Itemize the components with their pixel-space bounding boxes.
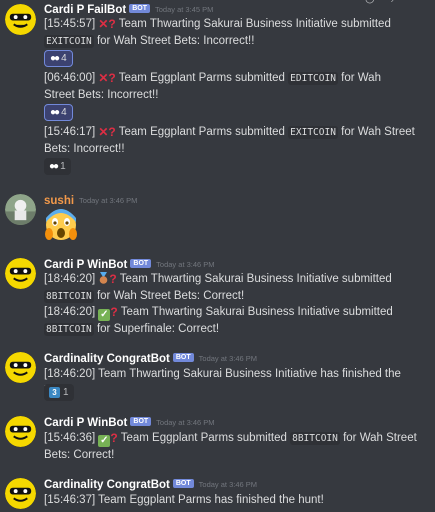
code-answer: EXITCOIN <box>44 35 94 48</box>
username[interactable]: Cardinality CongratBot <box>44 353 170 365</box>
username[interactable]: Cardinality CongratBot <box>44 479 170 491</box>
message-text: Bets: Correct! <box>44 449 115 461</box>
timestamp: Today at 3:46 PM <box>198 354 258 363</box>
eyes-icon: ●● <box>50 53 60 64</box>
message-text: Team Eggplant Parms submitted <box>118 72 285 84</box>
question-mark-icon: ? <box>108 17 116 31</box>
bot-badge: BOT <box>130 259 152 268</box>
bell-icon[interactable]: ◡ <box>365 0 377 5</box>
question-mark-icon: ? <box>109 272 117 286</box>
code-answer: EDITCOIN <box>288 72 338 85</box>
username[interactable]: Cardi P WinBot <box>44 417 127 429</box>
code-answer: 8BITCOIN <box>44 290 94 303</box>
bot-badge: BOT <box>129 4 150 13</box>
avatar[interactable] <box>5 258 36 289</box>
message-text: for Wah <box>341 72 381 84</box>
cross-mark-icon: ✕ <box>98 125 109 139</box>
message-text: for Wah Street Bets: Incorrect!! <box>96 35 255 47</box>
message-text: for Wah Street Bets: Correct! <box>96 290 245 302</box>
pin-icon[interactable]: ⟋ <box>391 0 403 5</box>
keycap-three-icon: 3 <box>49 387 60 398</box>
bronze-medal-icon <box>100 272 108 284</box>
question-mark-icon: ? <box>108 71 116 85</box>
message-time: [06:46:00] <box>44 72 96 84</box>
message-line: [18:46:20] ✓? Team Thwarting Sakurai Bus… <box>44 304 428 338</box>
question-mark-icon: ? <box>108 125 116 139</box>
timestamp: Today at 3:45 PM <box>155 5 214 14</box>
avatar[interactable] <box>5 416 36 447</box>
message-time: [15:46:36] <box>44 432 96 444</box>
message-line: [15:45:57] ✕? Team Thwarting Sakurai Bus… <box>44 16 428 50</box>
reaction-eyes[interactable]: ●● 4 <box>44 50 73 67</box>
eyes-icon: ●● <box>49 161 59 172</box>
question-mark-icon: ? <box>110 431 118 445</box>
avatar[interactable] <box>5 4 36 35</box>
check-mark-icon: ✓ <box>98 309 111 321</box>
timestamp: Today at 3:46 PM <box>156 260 215 269</box>
message-text: for Wah Street <box>341 126 415 138</box>
reaction-keycap[interactable]: 3 1 <box>44 384 74 401</box>
message-text: Team Eggplant Parms submitted <box>120 432 287 444</box>
reaction-eyes[interactable]: ●● 1 <box>44 158 71 175</box>
timestamp: Today at 3:46 PM <box>156 418 215 427</box>
message-text: Team Thwarting Sakurai Business Initiati… <box>120 306 393 318</box>
timestamp: Today at 3:46 PM <box>198 480 258 489</box>
eyes-icon: ●● <box>50 107 60 118</box>
avatar[interactable] <box>5 478 36 509</box>
reaction-count: 1 <box>63 387 69 398</box>
username[interactable]: sushi <box>44 195 74 207</box>
code-answer: 8BITCOIN <box>290 432 340 445</box>
cross-mark-icon: ✕ <box>98 71 109 85</box>
timestamp: Today at 3:46 PM <box>79 196 138 205</box>
message-text: Street Bets: Incorrect!! <box>44 89 159 101</box>
members-icon[interactable]: ◠ <box>417 0 429 5</box>
message-line: [06:46:00] ✕? Team Eggplant Parms submit… <box>44 70 428 104</box>
cross-mark-icon: ✕ <box>98 17 109 31</box>
message-text: Team Eggplant Parms submitted <box>118 126 285 138</box>
message-time: [18:46:20] <box>44 273 96 285</box>
message-line: [15:46:17] ✕? Team Eggplant Parms submit… <box>44 124 428 158</box>
message-line: [15:46:36] ✓? Team Eggplant Parms submit… <box>44 430 428 464</box>
check-mark-icon: ✓ <box>98 435 111 447</box>
reaction-count: 1 <box>60 161 66 172</box>
bot-badge: BOT <box>130 417 152 426</box>
message-text: for Superfinale: Correct! <box>96 323 220 335</box>
message-text: Team Thwarting Sakurai Business Initiati… <box>118 18 391 30</box>
message-text: Bets: Incorrect!! <box>44 143 125 155</box>
code-answer: EXITCOIN <box>288 126 338 139</box>
chat-messages: ◡ ⟋ ◠ Cardi P FailBotBOTToday at 3:45 PM… <box>0 0 435 512</box>
avatar[interactable] <box>5 194 36 225</box>
reaction-count: 4 <box>61 107 67 118</box>
username[interactable]: Cardi P WinBot <box>44 259 127 271</box>
channel-toolbar: ◡ ⟋ ◠ <box>365 0 429 5</box>
message-text: [18:46:20] Team Thwarting Sakurai Busine… <box>44 368 401 397</box>
message-time: [15:45:57] <box>44 18 96 30</box>
message-line: [18:46:20] ? Team Thwarting Sakurai Busi… <box>44 271 428 305</box>
bot-badge: BOT <box>172 353 194 362</box>
bot-badge: BOT <box>172 479 194 488</box>
scream-emoji-icon <box>45 209 77 240</box>
message-time: [15:46:17] <box>44 126 96 138</box>
reaction-count: 4 <box>61 53 67 64</box>
avatar[interactable] <box>5 352 36 383</box>
message-time: [18:46:20] <box>44 306 96 318</box>
reaction-eyes[interactable]: ●● 4 <box>44 104 73 121</box>
message-text: [15:46:37] Team Eggplant Parms has finis… <box>44 494 324 506</box>
message-text: for Wah Street <box>343 432 417 444</box>
message-text: Team Thwarting Sakurai Business Initiati… <box>119 273 392 285</box>
code-answer: 8BITCOIN <box>44 323 94 336</box>
question-mark-icon: ? <box>110 305 118 319</box>
username[interactable]: Cardi P FailBot <box>44 4 126 16</box>
